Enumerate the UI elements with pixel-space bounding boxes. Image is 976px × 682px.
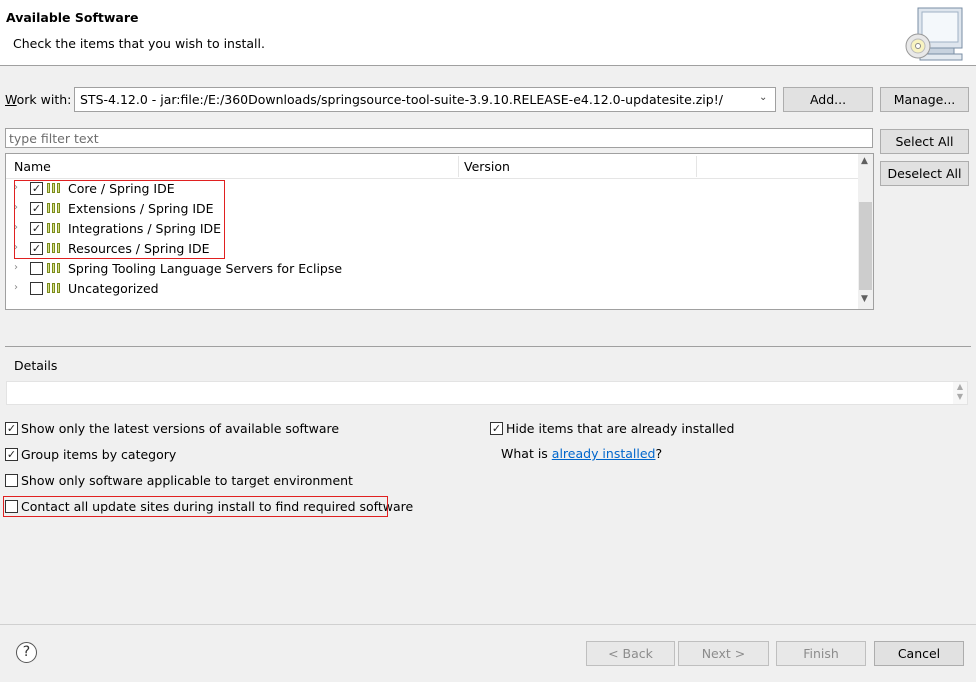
add-button[interactable]: Add... xyxy=(783,87,873,112)
tree-scrollbar[interactable]: ▲ ▼ xyxy=(858,154,873,309)
finish-button[interactable]: Finish xyxy=(776,641,866,666)
tree-row-label: Spring Tooling Language Servers for Ecli… xyxy=(68,261,343,276)
work-with-label: Work with: xyxy=(5,92,72,107)
page-subtitle: Check the items that you wish to install… xyxy=(13,36,265,51)
what-is-prefix: What is xyxy=(501,446,552,461)
hide-installed-checkbox[interactable]: ✓ xyxy=(490,422,503,435)
cancel-button[interactable]: Cancel xyxy=(874,641,964,666)
what-is-installed-text: What is already installed? xyxy=(501,446,662,461)
group-by-category-checkbox[interactable]: ✓ xyxy=(5,448,18,461)
hide-installed-label: Hide items that are already installed xyxy=(506,421,735,436)
group-by-category-label: Group items by category xyxy=(21,447,177,462)
column-name[interactable]: Name xyxy=(14,159,51,174)
annotation-highlight xyxy=(14,180,225,259)
manage-button[interactable]: Manage... xyxy=(880,87,969,112)
annotation-highlight xyxy=(3,496,388,517)
filter-input[interactable]: type filter text xyxy=(5,128,873,148)
applicable-only-label: Show only software applicable to target … xyxy=(21,473,353,488)
hide-installed-option[interactable]: ✓ Hide items that are already installed xyxy=(490,420,740,438)
details-text-area[interactable]: ▲ ▼ xyxy=(6,381,968,405)
latest-versions-label: Show only the latest versions of availab… xyxy=(21,421,340,436)
work-with-value: STS-4.12.0 - jar:file:/E:/360Downloads/s… xyxy=(80,92,723,107)
details-label: Details xyxy=(14,358,58,373)
expand-arrow-icon[interactable]: › xyxy=(14,262,18,273)
help-icon[interactable]: ? xyxy=(16,642,37,663)
column-version[interactable]: Version xyxy=(464,159,510,174)
group-by-category-option[interactable]: ✓ Group items by category xyxy=(5,446,205,464)
latest-versions-option[interactable]: ✓ Show only the latest versions of avail… xyxy=(5,420,339,438)
details-scrollbar[interactable]: ▲ ▼ xyxy=(953,382,967,404)
latest-versions-checkbox[interactable]: ✓ xyxy=(5,422,18,435)
what-is-suffix: ? xyxy=(655,446,663,461)
scroll-up-icon[interactable]: ▲ xyxy=(861,156,868,166)
page-title: Available Software xyxy=(6,10,139,25)
wizard-header: Available Software Check the items that … xyxy=(0,0,976,66)
scroll-down-icon[interactable]: ▼ xyxy=(861,294,868,304)
work-with-combo[interactable]: STS-4.12.0 - jar:file:/E:/360Downloads/s… xyxy=(74,87,776,112)
applicable-only-checkbox[interactable] xyxy=(5,474,18,487)
tree-row[interactable]: › Uncategorized xyxy=(6,279,856,299)
expand-arrow-icon[interactable]: › xyxy=(14,282,18,293)
applicable-only-option[interactable]: Show only software applicable to target … xyxy=(5,472,353,490)
deselect-all-button[interactable]: Deselect All xyxy=(880,161,969,186)
column-divider[interactable] xyxy=(696,156,697,177)
category-package-icon xyxy=(47,262,63,275)
already-installed-link[interactable]: already installed xyxy=(552,446,656,461)
tree-row-checkbox[interactable] xyxy=(30,282,43,295)
tree-column-header: Name Version xyxy=(6,154,858,179)
divider xyxy=(5,346,971,347)
divider xyxy=(0,624,976,625)
tree-row-label: Uncategorized xyxy=(68,281,159,296)
next-button[interactable]: Next > xyxy=(678,641,769,666)
back-button[interactable]: < Back xyxy=(586,641,675,666)
tree-row[interactable]: › Spring Tooling Language Servers for Ecl… xyxy=(6,259,856,279)
category-package-icon xyxy=(47,282,63,295)
scroll-thumb[interactable] xyxy=(859,202,872,290)
install-software-icon xyxy=(905,7,963,61)
column-divider[interactable] xyxy=(458,156,459,177)
select-all-button[interactable]: Select All xyxy=(880,129,969,154)
chevron-down-icon[interactable]: ⌄ xyxy=(759,92,771,103)
filter-placeholder: type filter text xyxy=(9,131,99,146)
tree-row-checkbox[interactable] xyxy=(30,262,43,275)
